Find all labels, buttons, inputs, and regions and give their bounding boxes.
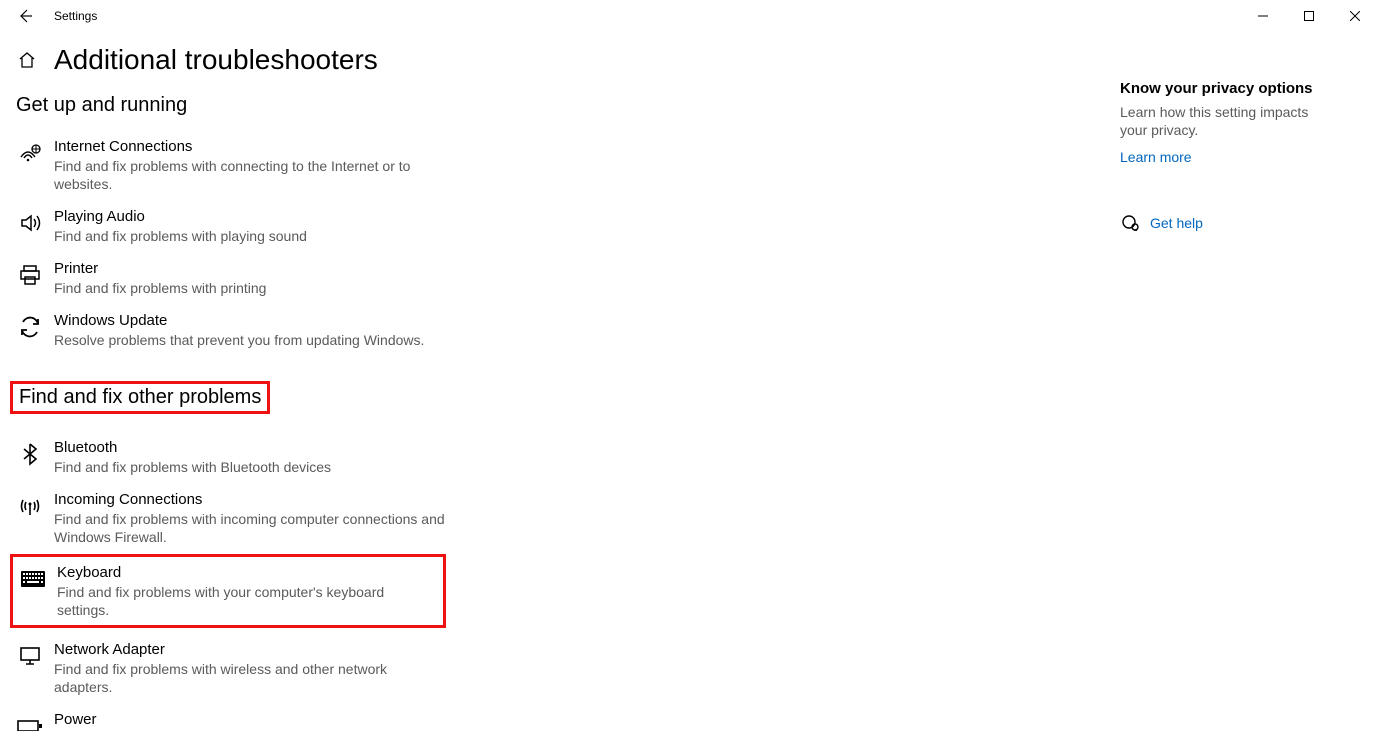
section-get-up-and-running: Get up and running	[16, 94, 1120, 117]
window-controls	[1240, 0, 1378, 32]
troubleshooter-title: Printer	[54, 259, 446, 279]
troubleshooter-title: Keyboard	[57, 563, 437, 583]
monitor-icon	[16, 642, 44, 670]
sync-icon	[16, 313, 44, 341]
troubleshooter-title: Playing Audio	[54, 207, 446, 227]
troubleshooter-title: Network Adapter	[54, 640, 446, 660]
troubleshooter-title: Incoming Connections	[54, 490, 446, 510]
get-help-link[interactable]: Get help	[1150, 215, 1203, 231]
troubleshooter-keyboard[interactable]: Keyboard Find and fix problems with your…	[19, 559, 437, 623]
troubleshooter-playing-audio[interactable]: Playing Audio Find and fix problems with…	[16, 201, 446, 253]
troubleshooter-power[interactable]: Power Find and fix problems with your co…	[16, 704, 446, 731]
learn-more-link[interactable]: Learn more	[1120, 149, 1362, 165]
highlight-keyboard: Keyboard Find and fix problems with your…	[10, 554, 446, 628]
app-name: Settings	[54, 9, 97, 23]
troubleshooter-desc: Find and fix problems with Bluetooth dev…	[54, 458, 446, 476]
troubleshooter-desc: Find and fix problems with printing	[54, 279, 446, 297]
troubleshooter-desc: Find and fix problems with wireless and …	[54, 660, 446, 696]
home-icon[interactable]	[16, 49, 38, 71]
page-header: Additional troubleshooters	[16, 44, 1120, 76]
battery-icon	[16, 712, 44, 731]
titlebar: Settings	[0, 0, 1378, 32]
troubleshooter-desc: Find and fix problems with playing sound	[54, 227, 446, 245]
page-title: Additional troubleshooters	[54, 44, 378, 76]
troubleshooter-bluetooth[interactable]: Bluetooth Find and fix problems with Blu…	[16, 432, 446, 484]
troubleshooter-title: Windows Update	[54, 311, 446, 331]
maximize-button[interactable]	[1286, 0, 1332, 32]
speaker-icon	[16, 209, 44, 237]
troubleshooter-desc: Resolve problems that prevent you from u…	[54, 331, 446, 349]
keyboard-icon	[19, 565, 47, 593]
troubleshooter-incoming-connections[interactable]: Incoming Connections Find and fix proble…	[16, 484, 446, 554]
troubleshooter-title: Power	[54, 710, 446, 730]
back-button[interactable]	[12, 3, 38, 29]
troubleshooter-desc: Find and fix problems with connecting to…	[54, 157, 446, 193]
troubleshooter-desc: Find and fix problems with incoming comp…	[54, 510, 446, 546]
antenna-icon	[16, 492, 44, 520]
printer-icon	[16, 261, 44, 289]
troubleshooter-printer[interactable]: Printer Find and fix problems with print…	[16, 253, 446, 305]
privacy-heading: Know your privacy options	[1120, 80, 1362, 97]
troubleshooter-desc: Find and fix problems with your computer…	[57, 583, 437, 619]
highlight-find-and-fix-other-problems: Find and fix other problems	[10, 381, 270, 414]
section-find-and-fix-other-problems: Find and fix other problems	[19, 386, 261, 409]
privacy-description: Learn how this setting impacts your priv…	[1120, 103, 1320, 139]
minimize-button[interactable]	[1240, 0, 1286, 32]
troubleshooter-title: Bluetooth	[54, 438, 446, 458]
troubleshooter-windows-update[interactable]: Windows Update Resolve problems that pre…	[16, 305, 446, 357]
troubleshooter-internet-connections[interactable]: Internet Connections Find and fix proble…	[16, 131, 446, 201]
close-button[interactable]	[1332, 0, 1378, 32]
help-icon	[1120, 213, 1140, 233]
troubleshooter-network-adapter[interactable]: Network Adapter Find and fix problems wi…	[16, 634, 446, 704]
bluetooth-icon	[16, 440, 44, 468]
troubleshooter-title: Internet Connections	[54, 137, 446, 157]
wifi-globe-icon	[16, 139, 44, 167]
